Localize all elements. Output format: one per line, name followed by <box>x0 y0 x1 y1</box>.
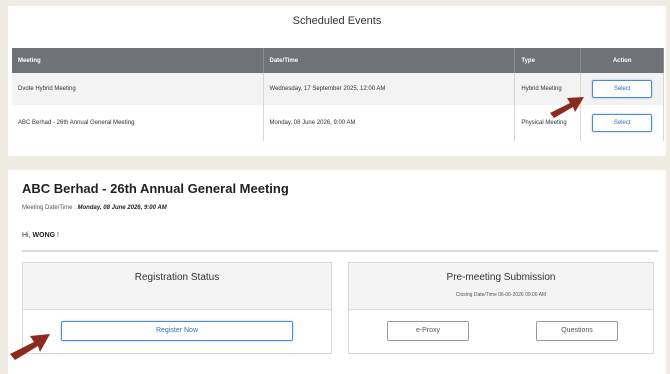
premeeting-card-header: Pre-meeting Submission Closing Date/Time… <box>349 263 653 310</box>
greeting-prefix: Hi, <box>22 232 31 239</box>
meeting-name-cell: Dvote Hybrid Meeting <box>12 73 264 105</box>
premeeting-submission-card: Pre-meeting Submission Closing Date/Time… <box>348 262 654 354</box>
e-proxy-button[interactable]: e-Proxy <box>387 321 469 341</box>
datetime-cell: Monday, 08 June 2026, 9:00 AM <box>263 105 516 141</box>
meeting-datetime-label: Meeting Date/Time : <box>22 205 76 211</box>
registration-status-title: Registration Status <box>134 272 220 283</box>
meeting-datetime-value: Monday, 08 June 2026, 9:00 AM <box>77 205 167 211</box>
column-header-action: Action <box>580 48 664 73</box>
column-header-meeting: Meeting <box>12 48 264 73</box>
greeting-suffix: ! <box>57 232 59 239</box>
register-now-button[interactable]: Register Now <box>61 321 293 341</box>
scheduled-events-panel: Scheduled Events Meeting Date/Time Type … <box>8 6 666 156</box>
closing-datetime: Closing Date/Time 06-06-2026 09:00 AM <box>455 292 547 298</box>
questions-button[interactable]: Questions <box>536 321 618 341</box>
greeting: Hi, WONG ! <box>22 232 59 239</box>
registration-card-header: Registration Status <box>23 263 331 310</box>
user-name: WONG <box>32 232 56 239</box>
column-header-type: Type <box>514 48 582 73</box>
select-button[interactable]: Select <box>592 114 653 132</box>
meeting-title: ABC Berhad - 26th Annual General Meeting <box>22 181 289 196</box>
meeting-datetime: Meeting Date/Time : Monday, 08 June 2026… <box>22 205 167 211</box>
arrow-pointer-icon <box>550 97 584 118</box>
meeting-detail-panel: ABC Berhad - 26th Annual General Meeting… <box>8 170 666 374</box>
table-header-row: Meeting Date/Time Type Action <box>12 48 664 73</box>
column-header-datetime: Date/Time <box>263 48 516 73</box>
action-cell: Select <box>580 105 664 141</box>
select-button[interactable]: Select <box>592 80 653 98</box>
meeting-name-cell: ABC Berhad - 26th Annual General Meeting <box>12 105 264 141</box>
registration-status-card: Registration Status Register Now <box>22 262 332 354</box>
datetime-cell: Wednesday, 17 September 2025, 12:00 AM <box>263 73 516 105</box>
arrow-pointer-icon <box>10 334 50 360</box>
premeeting-submission-title: Pre-meeting Submission <box>446 272 556 283</box>
divider <box>22 250 658 252</box>
scheduled-events-title: Scheduled Events <box>292 15 382 27</box>
action-cell: Select <box>580 73 664 105</box>
